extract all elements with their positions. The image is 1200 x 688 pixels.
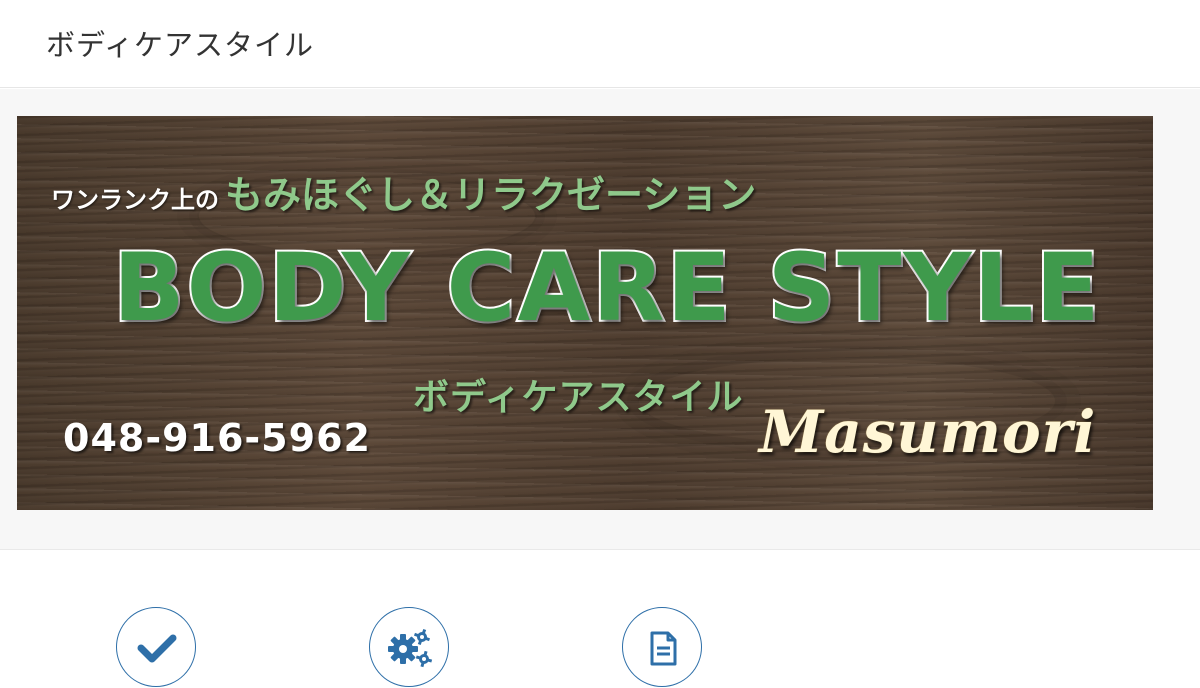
banner-section: ワンランク上の もみほぐし＆リラクゼーション BODY CARE STYLE ボデ…: [0, 89, 1200, 550]
location-name: Masumori: [759, 398, 1097, 466]
feature-icons: [0, 551, 1200, 687]
tagline-small: ワンランク上の: [51, 186, 219, 214]
brand-katakana: ボディケアスタイル: [413, 377, 744, 418]
hero-banner: ワンランク上の もみほぐし＆リラクゼーション BODY CARE STYLE ボデ…: [17, 116, 1153, 510]
site-header: ボディケアスタイル: [0, 0, 1200, 88]
tagline-big: もみほぐし＆リラクゼーション: [225, 173, 757, 217]
document-icon[interactable]: [622, 607, 702, 687]
site-title[interactable]: ボディケアスタイル: [46, 22, 314, 64]
check-icon[interactable]: [116, 607, 196, 687]
gears-icon[interactable]: [369, 607, 449, 687]
banner-tagline: ワンランク上の もみほぐし＆リラクゼーション: [51, 164, 756, 219]
phone-number: 048-916-5962: [63, 416, 371, 460]
brand-name: BODY CARE STYLE: [111, 232, 1102, 345]
